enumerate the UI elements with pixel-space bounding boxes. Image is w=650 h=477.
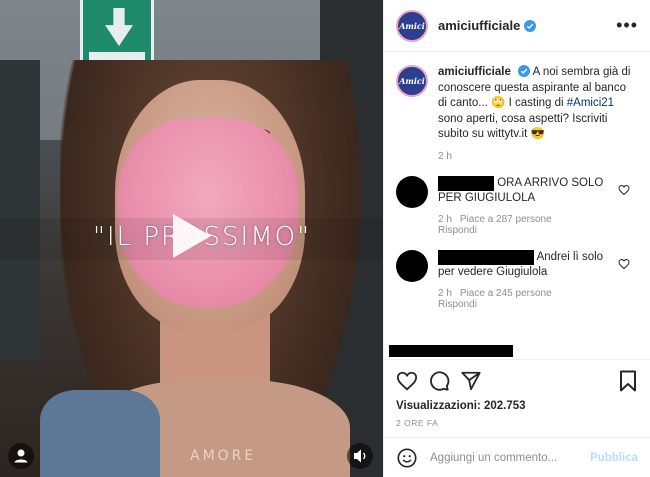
add-comment-bar: Pubblica — [384, 437, 650, 477]
reply-link[interactable]: Rispondi — [438, 299, 477, 310]
emoji-icon[interactable] — [396, 447, 418, 469]
comment-text: ORA ARRIVO SOLO PER GIUGIULOLA — [438, 175, 618, 206]
post-header: Amici amiciufficiale ••• — [384, 0, 650, 52]
speaker-icon — [354, 449, 366, 463]
rolling-eyes-emoji: 🙄 — [491, 97, 506, 109]
comment-item: Andrei lì solo per vedere Giugiulola 2 h… — [396, 249, 638, 310]
post-actions: Visualizzazioni: 202.753 2 ORE FA — [384, 359, 650, 428]
caption-username[interactable]: amiciufficiale — [438, 66, 511, 78]
comment-item: ORA ARRIVO SOLO PER GIUGIULOLA 2 h Piace … — [396, 175, 638, 236]
audio-toggle-button[interactable] — [347, 443, 373, 469]
reply-link[interactable]: Rispondi — [438, 225, 477, 236]
denim-jacket — [40, 390, 160, 477]
like-comment-heart-icon[interactable] — [618, 184, 630, 196]
comment-input[interactable] — [430, 451, 580, 464]
user-icon — [14, 449, 28, 463]
caption-timestamp: 2 h — [438, 150, 452, 162]
header-username[interactable]: amiciufficiale — [438, 18, 520, 33]
comment-likes[interactable]: Piace a 245 persone — [460, 288, 552, 299]
redacted-username — [438, 249, 534, 265]
play-icon[interactable] — [163, 210, 215, 262]
view-count[interactable]: Visualizzazioni: 202.753 — [396, 400, 638, 412]
post-side-panel: Amici amiciufficiale ••• Amici amiciuffi… — [383, 0, 650, 477]
caption-text: amiciufficiale A noi sembra già di conos… — [438, 65, 638, 143]
post-caption: Amici amiciufficiale A noi sembra già di… — [396, 65, 638, 143]
comment-text: Andrei lì solo per vedere Giugiulola — [438, 249, 618, 280]
comments-section: Amici amiciufficiale A noi sembra già di… — [384, 53, 650, 358]
caption-body-3: sono aperti, cosa aspetti? Iscriviti sub… — [438, 112, 608, 141]
redacted-avatar — [396, 175, 428, 208]
post-timestamp: 2 ORE FA — [396, 418, 439, 428]
tagged-user-button[interactable] — [8, 443, 34, 469]
comment-time: 2 h — [438, 287, 452, 299]
avatar-logo-text: Amici — [399, 76, 425, 86]
comment-bubble-icon[interactable] — [428, 370, 450, 392]
like-comment-heart-icon[interactable] — [618, 258, 630, 270]
background-pillar — [0, 60, 40, 360]
like-heart-icon[interactable] — [396, 370, 418, 392]
share-paper-plane-icon[interactable] — [460, 370, 482, 392]
redacted-username — [438, 175, 494, 191]
caption-body-2: I casting di — [505, 97, 567, 109]
redacted-avatar — [396, 249, 428, 282]
publish-button[interactable]: Pubblica — [590, 452, 638, 464]
avatar-logo-text: Amici — [399, 20, 425, 31]
verified-badge-icon — [518, 65, 531, 77]
account-avatar[interactable]: Amici — [396, 9, 428, 42]
comment-meta: 2 h Piace a 245 persone Rispondi — [438, 288, 618, 310]
caption-avatar[interactable]: Amici — [396, 65, 428, 97]
comment-likes[interactable]: Piace a 287 persone — [460, 214, 552, 225]
video-player[interactable]: AMORE "IL PROSSIMO" — [0, 0, 383, 477]
hashtag-link[interactable]: #Amici21 — [567, 97, 614, 109]
save-bookmark-icon[interactable] — [618, 370, 638, 392]
sunglasses-emoji: 😎 — [530, 128, 545, 140]
comment-meta: 2 h Piace a 287 persone Rispondi — [438, 214, 618, 236]
verified-badge-icon — [524, 19, 537, 32]
necklace-text: AMORE — [190, 448, 257, 464]
comment-time: 2 h — [438, 213, 452, 225]
more-options-icon[interactable]: ••• — [616, 15, 638, 36]
partial-redacted-comment — [389, 345, 513, 357]
